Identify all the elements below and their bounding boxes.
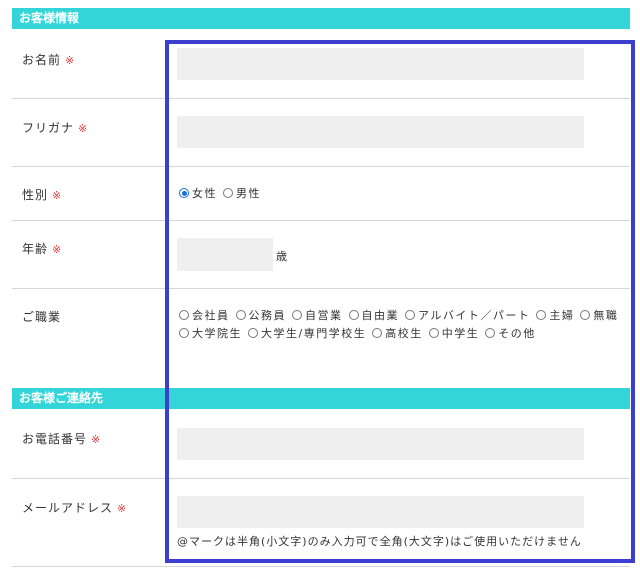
radio-unchecked-icon[interactable] xyxy=(372,328,383,338)
occupation-option[interactable]: 公務員 xyxy=(235,307,287,323)
occupation-row: ご職業 会社員 公務員 自営業 自由業 アルバイト／パート 主婦 無職 大学院生 大学生/専門… xyxy=(12,289,630,387)
occupation-option[interactable]: 中学生 xyxy=(428,325,480,341)
furigana-label: フリガナ ※ xyxy=(22,121,89,135)
occupation-option[interactable]: 自営業 xyxy=(292,307,343,323)
phone-label: お電話番号 ※ xyxy=(22,432,102,446)
radio-checked-icon[interactable] xyxy=(179,188,189,198)
age-row: 年齢 ※ 歳 xyxy=(12,221,630,289)
radio-unchecked-icon[interactable] xyxy=(223,188,233,198)
occupation-option[interactable]: 主婦 xyxy=(536,307,574,323)
occupation-option[interactable]: 高校生 xyxy=(372,325,423,341)
occupation-option[interactable]: 無職 xyxy=(580,307,618,323)
occupation-label: ご職業 xyxy=(22,310,62,324)
required-mark: ※ xyxy=(52,189,63,202)
email-label: メールアドレス ※ xyxy=(22,501,128,515)
required-mark: ※ xyxy=(78,122,89,135)
radio-unchecked-icon[interactable] xyxy=(235,310,246,320)
gender-radio-group: 女性 男性 xyxy=(179,184,267,202)
name-input[interactable] xyxy=(177,48,584,80)
occupation-options-line2: 大学院生 大学生/専門学校生 高校生 中学生 その他 xyxy=(179,324,624,342)
customer-info-header: お客様情報 xyxy=(12,8,630,29)
radio-unchecked-icon[interactable] xyxy=(248,328,258,338)
contact-info-header: お客様ご連絡先 xyxy=(12,388,630,409)
gender-label: 性別 ※ xyxy=(22,188,63,202)
radio-unchecked-icon[interactable] xyxy=(292,310,302,320)
required-mark: ※ xyxy=(65,54,76,67)
radio-unchecked-icon[interactable] xyxy=(580,310,591,320)
radio-unchecked-icon[interactable] xyxy=(485,328,496,338)
age-unit: 歳 xyxy=(276,250,287,263)
occupation-option[interactable]: アルバイト／パート xyxy=(405,307,530,323)
occupation-radio-group: 会社員 公務員 自営業 自由業 アルバイト／パート 主婦 無職 大学院生 大学生/専門学校生 高… xyxy=(179,306,624,342)
age-input[interactable] xyxy=(177,238,273,271)
radio-unchecked-icon[interactable] xyxy=(405,310,415,320)
radio-unchecked-icon[interactable] xyxy=(348,310,359,320)
gender-option-label: 女性 xyxy=(192,187,217,200)
occupation-option-label: 中学生 xyxy=(441,327,480,340)
phone-input[interactable] xyxy=(177,428,584,460)
occupation-option-label: 無職 xyxy=(593,309,619,322)
occupation-option-label: 高校生 xyxy=(385,327,423,340)
required-mark: ※ xyxy=(91,433,102,446)
occupation-option-label: アルバイト／パート xyxy=(418,309,531,322)
required-mark: ※ xyxy=(117,502,128,515)
occupation-option[interactable]: その他 xyxy=(485,325,536,341)
occupation-option-label: 自由業 xyxy=(361,309,399,322)
furigana-row: フリガナ ※ xyxy=(12,99,630,167)
radio-unchecked-icon[interactable] xyxy=(179,310,189,320)
occupation-option[interactable]: 大学生/専門学校生 xyxy=(248,325,366,341)
radio-unchecked-icon[interactable] xyxy=(428,328,439,338)
gender-option-male[interactable]: 男性 xyxy=(223,185,261,201)
email-row: メールアドレス ※ @マークは半角(小文字)のみ入力可で全角(大文字)はご使用いた… xyxy=(12,479,630,567)
occupation-option-label: 自営業 xyxy=(305,309,343,322)
name-label: お名前 ※ xyxy=(22,53,76,67)
email-input[interactable] xyxy=(177,496,584,528)
gender-option-female[interactable]: 女性 xyxy=(179,185,217,201)
occupation-option[interactable]: 会社員 xyxy=(179,307,230,323)
occupation-option-label: 会社員 xyxy=(192,309,230,322)
required-mark: ※ xyxy=(52,243,63,256)
furigana-input[interactable] xyxy=(177,116,584,148)
occupation-option-label: 主婦 xyxy=(549,309,575,322)
occupation-option[interactable]: 大学院生 xyxy=(179,325,242,341)
occupation-options-line1: 会社員 公務員 自営業 自由業 アルバイト／パート 主婦 無職 xyxy=(179,306,624,324)
age-label: 年齢 ※ xyxy=(22,242,63,256)
name-row: お名前 ※ xyxy=(12,30,630,99)
radio-unchecked-icon[interactable] xyxy=(179,328,189,338)
gender-row: 性別 ※ 女性 男性 xyxy=(12,167,630,221)
email-note: @マークは半角(小文字)のみ入力可で全角(大文字)はご使用いただけません xyxy=(177,535,582,548)
gender-option-label: 男性 xyxy=(236,187,261,200)
phone-row: お電話番号 ※ xyxy=(12,410,630,479)
occupation-option-label: 大学生/専門学校生 xyxy=(261,327,367,340)
occupation-option-label: 大学院生 xyxy=(192,327,242,340)
radio-unchecked-icon[interactable] xyxy=(536,310,547,320)
occupation-option[interactable]: 自由業 xyxy=(348,307,400,323)
occupation-option-label: その他 xyxy=(498,327,536,340)
occupation-option-label: 公務員 xyxy=(248,309,286,322)
